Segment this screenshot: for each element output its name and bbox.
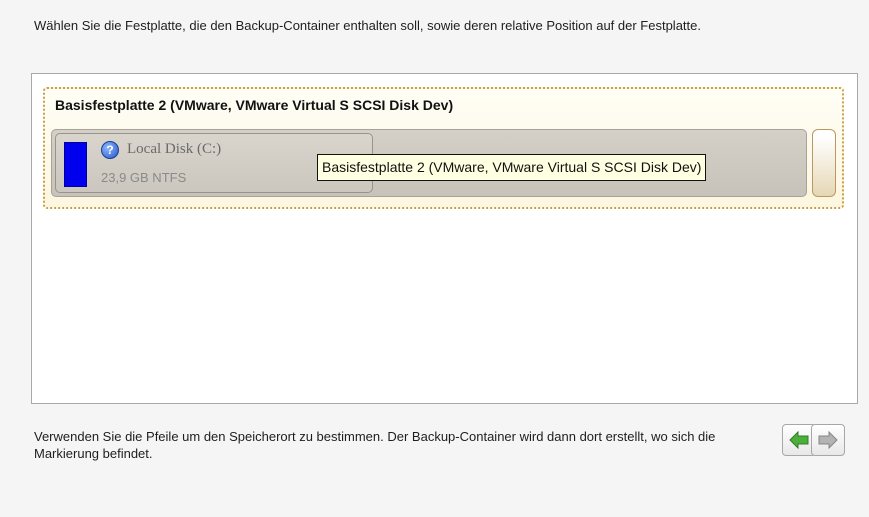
arrow-left-icon [789,431,809,449]
disk-tooltip: Basisfestplatte 2 (VMware, VMware Virtua… [317,154,707,181]
arrow-right-button[interactable] [811,424,845,456]
disk-row-selected[interactable]: Basisfestplatte 2 (VMware, VMware Virtua… [43,87,844,209]
disk-list-panel: Basisfestplatte 2 (VMware, VMware Virtua… [31,73,858,404]
instruction-text-top: Wählen Sie die Festplatte, die den Backu… [34,18,701,33]
disk-title: Basisfestplatte 2 (VMware, VMware Virtua… [55,97,454,113]
partition-info: 23,9 GB NTFS [101,170,187,185]
position-marker-handle[interactable] [812,129,836,197]
usage-bar [64,142,87,187]
partition-name: Local Disk (C:) [127,141,222,157]
help-icon: ? [101,141,119,159]
instruction-text-bottom: Verwenden Sie die Pfeile um den Speicher… [34,429,716,461]
arrow-right-icon [818,431,838,449]
